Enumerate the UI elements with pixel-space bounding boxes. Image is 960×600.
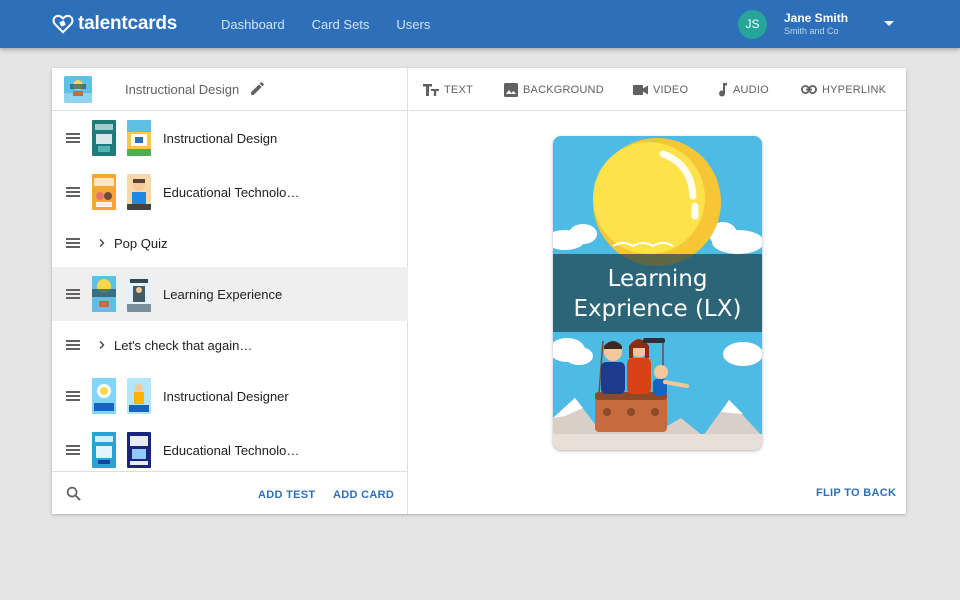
card-toolbar: TEXT BACKGROUND VIDEO AUDIO HYPERLINK xyxy=(409,68,906,111)
drag-handle-icon[interactable] xyxy=(66,187,80,197)
card-label: Educational Technolo… xyxy=(163,442,300,458)
card-front-thumbnail xyxy=(92,276,116,312)
list-item[interactable]: Learning Experience xyxy=(52,267,408,321)
card-front-thumbnail xyxy=(92,378,116,414)
test-label: Let's check that again… xyxy=(114,337,253,353)
test-label: Pop Quiz xyxy=(114,235,168,251)
chevron-right-icon[interactable] xyxy=(98,341,106,349)
list-footer: ADD TEST ADD CARD xyxy=(52,471,408,514)
drag-handle-icon[interactable] xyxy=(66,238,80,248)
cards-sidebar: Instructional Design Instructional Desig… xyxy=(52,68,408,514)
drag-handle-icon[interactable] xyxy=(66,289,80,299)
card-thumbnails xyxy=(92,174,162,210)
main-nav: Dashboard Card Sets Users xyxy=(221,0,457,48)
set-title: Instructional Design xyxy=(125,82,240,97)
heart-cards-icon xyxy=(52,14,74,34)
card-front-thumbnail xyxy=(92,174,116,210)
card-preview[interactable]: Learning Exprience (LX) xyxy=(553,136,762,450)
user-menu[interactable]: JS Jane Smith Smith and Co xyxy=(738,9,894,39)
list-item[interactable]: Instructional Design xyxy=(52,111,408,165)
background-tool-label: BACKGROUND xyxy=(523,83,604,96)
top-bar: talentcards Dashboard Card Sets Users JS… xyxy=(0,0,960,48)
dropdown-caret-icon[interactable] xyxy=(884,21,894,26)
flip-to-back-button[interactable]: FLIP TO BACK xyxy=(816,487,896,499)
pencil-icon[interactable] xyxy=(249,80,266,97)
user-org: Smith and Co xyxy=(784,26,839,36)
card-back-thumbnail xyxy=(127,276,151,312)
user-info: Jane Smith Smith and Co xyxy=(784,12,848,36)
list-item[interactable]: Pop Quiz xyxy=(52,219,408,267)
add-test-button[interactable]: ADD TEST xyxy=(258,489,315,501)
card-thumbnails xyxy=(92,120,162,156)
text-tool-button[interactable]: TEXT xyxy=(423,68,473,111)
card-back-thumbnail xyxy=(127,120,151,156)
set-header: Instructional Design xyxy=(52,68,408,111)
list-item[interactable]: Instructional Designer xyxy=(52,369,408,423)
list-item[interactable]: Educational Technolo… xyxy=(52,423,408,477)
logo-text: talentcards xyxy=(78,13,178,34)
card-label: Instructional Designer xyxy=(163,388,289,404)
nav-dashboard[interactable]: Dashboard xyxy=(221,17,285,32)
card-thumbnails xyxy=(92,432,162,468)
video-tool-button[interactable]: VIDEO xyxy=(633,68,688,111)
text-tool-label: TEXT xyxy=(444,83,473,96)
card-title-line-1: Learning xyxy=(607,266,708,292)
card-back-thumbnail xyxy=(127,432,151,468)
audio-tool-label: AUDIO xyxy=(733,83,769,96)
set-thumbnail xyxy=(64,76,92,103)
nav-users[interactable]: Users xyxy=(396,17,430,32)
logo[interactable]: talentcards xyxy=(52,12,177,36)
card-title[interactable]: Learning Exprience (LX) xyxy=(553,264,762,324)
add-card-button[interactable]: ADD CARD xyxy=(333,489,394,501)
card-thumbnails xyxy=(92,276,162,312)
drag-handle-icon[interactable] xyxy=(66,391,80,401)
drag-handle-icon[interactable] xyxy=(66,133,80,143)
link-icon xyxy=(801,85,817,94)
video-tool-label: VIDEO xyxy=(653,83,689,96)
card-thumbnails xyxy=(92,378,162,414)
card-title-line-2: Exprience (LX) xyxy=(573,296,742,322)
card-label: Educational Technolo… xyxy=(163,184,300,200)
card-front-thumbnail xyxy=(92,120,116,156)
text-format-icon xyxy=(423,83,439,96)
editor-panel: Instructional Design Instructional Desig… xyxy=(52,68,906,514)
avatar[interactable]: JS xyxy=(738,9,767,39)
card-label: Learning Experience xyxy=(163,286,283,302)
card-front-thumbnail xyxy=(92,432,116,468)
card-back-thumbnail xyxy=(127,378,151,414)
background-tool-button[interactable]: BACKGROUND xyxy=(504,68,604,111)
list-item[interactable]: Let's check that again… xyxy=(52,321,408,369)
card-label: Instructional Design xyxy=(163,130,278,146)
card-back-thumbnail xyxy=(127,174,151,210)
user-name: Jane Smith xyxy=(784,11,849,25)
hyperlink-tool-button[interactable]: HYPERLINK xyxy=(801,68,886,111)
nav-card-sets[interactable]: Card Sets xyxy=(312,17,370,32)
drag-handle-icon[interactable] xyxy=(66,340,80,350)
drag-handle-icon[interactable] xyxy=(66,445,80,455)
music-note-icon xyxy=(719,82,727,96)
hyperlink-tool-label: HYPERLINK xyxy=(822,83,887,96)
list-item[interactable]: Educational Technolo… xyxy=(52,165,408,219)
cards-list: Instructional Design Educational Technol… xyxy=(52,111,408,477)
image-icon xyxy=(504,82,518,97)
search-icon[interactable] xyxy=(66,486,81,501)
chevron-right-icon[interactable] xyxy=(98,239,106,247)
video-camera-icon xyxy=(633,84,648,95)
audio-tool-button[interactable]: AUDIO xyxy=(718,68,769,111)
